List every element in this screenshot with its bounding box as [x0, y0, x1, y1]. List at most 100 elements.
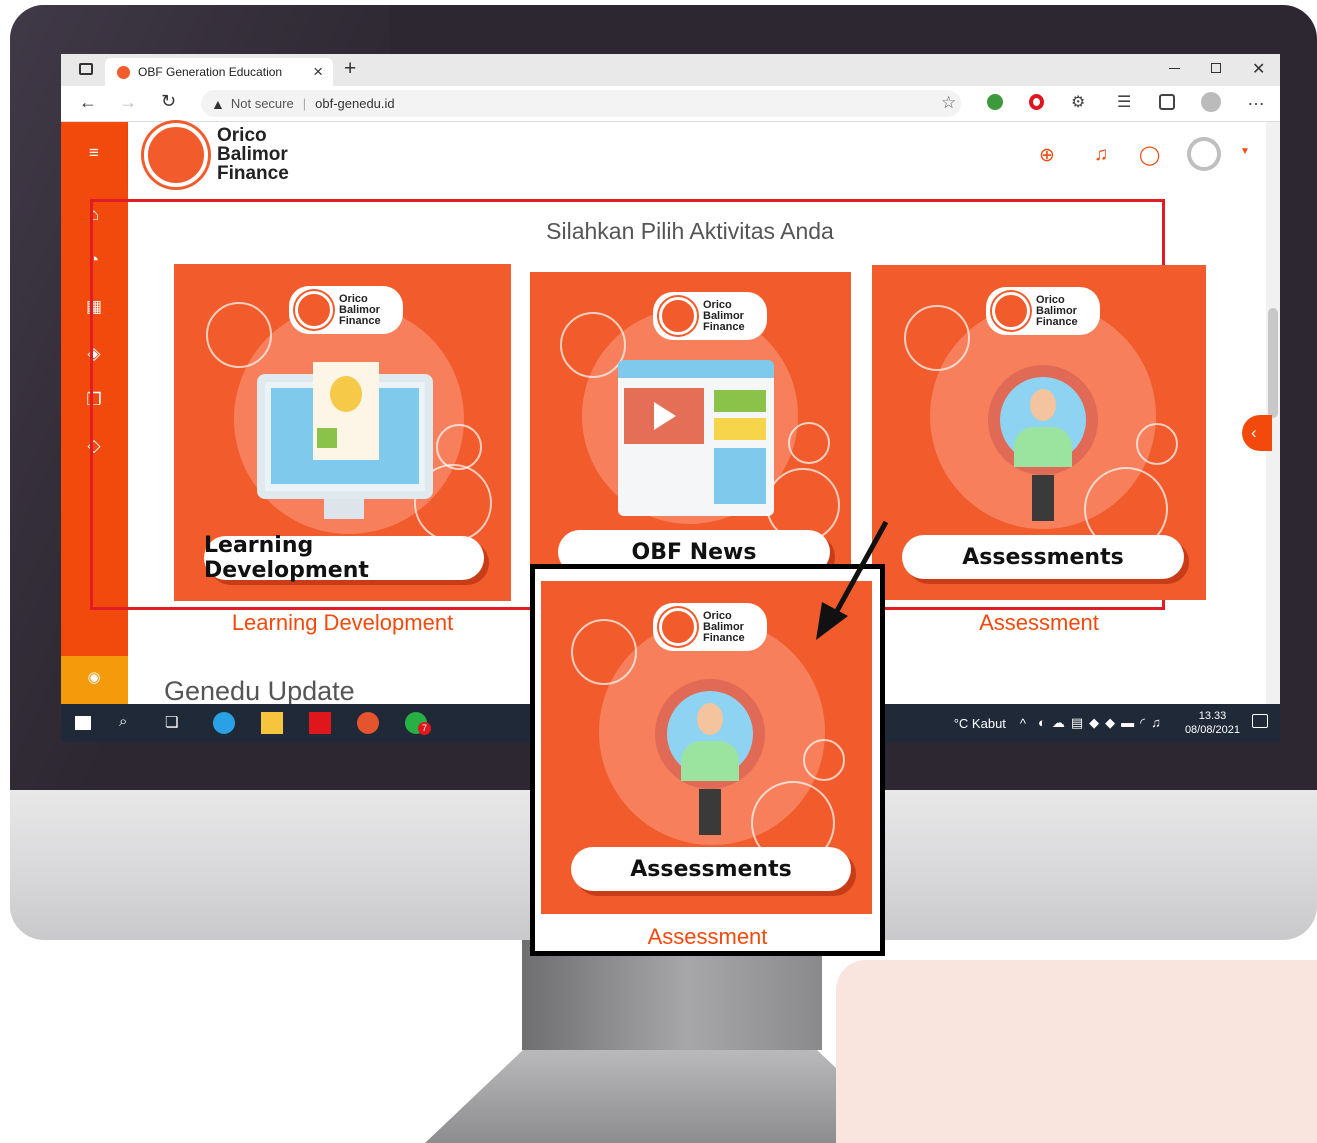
learning-development-caption[interactable]: Learning Development	[174, 610, 511, 636]
browser-address-bar: ← → ↻ ▲ Not secure | obf-genedu.id ☆ ⚙ ☰…	[61, 86, 1280, 122]
user-avatar[interactable]	[1187, 137, 1221, 171]
chat-bubble-icon[interactable]: ◯	[1139, 144, 1160, 167]
edge-icon[interactable]	[213, 712, 235, 734]
brand-dot-icon	[992, 292, 1030, 330]
tray-chevron-icon[interactable]: ^	[1020, 716, 1026, 731]
monitor-stand	[324, 499, 364, 519]
whatsapp-badge: 7	[418, 722, 431, 735]
magnifier-person-icon	[988, 365, 1098, 475]
restore-icon[interactable]	[1211, 63, 1221, 73]
url-text: obf-genedu.id	[315, 96, 395, 111]
logo-line-3: Finance	[217, 163, 289, 184]
card-brand-badge: Orico Balimor Finance	[653, 292, 767, 340]
decor-ring	[560, 312, 626, 378]
monitor-stand-neck	[522, 940, 822, 1050]
badge-text: Orico Balimor Finance	[339, 292, 381, 327]
hamburger-menu-icon[interactable]: ≡	[83, 142, 105, 164]
clock[interactable]: 13.33 08/08/2021	[1185, 709, 1240, 737]
close-tab-icon[interactable]: ×	[313, 62, 323, 82]
task-view-icon[interactable]: ❏	[165, 713, 178, 731]
profile-icon[interactable]	[1201, 92, 1221, 112]
badge-text: Orico Balimor Finance	[703, 609, 745, 644]
acrobat-icon[interactable]	[309, 712, 331, 734]
person-body	[1014, 427, 1072, 467]
assessments-card[interactable]: Orico Balimor Finance Assessments	[872, 265, 1206, 600]
person-head	[697, 703, 723, 735]
logo-line-1: Orico	[217, 125, 267, 146]
favorite-star-icon[interactable]: ☆	[941, 93, 956, 113]
puzzle-extension-icon[interactable]: ⚙	[1071, 92, 1085, 112]
notification-bell-icon[interactable]: ♫	[1094, 144, 1108, 166]
favicon-icon	[117, 65, 130, 79]
extension-globe-icon[interactable]	[987, 94, 1003, 110]
card-brand-badge: Orico Balimor Finance	[653, 603, 767, 651]
decor-ring	[571, 619, 637, 685]
close-window-icon[interactable]: ✕	[1252, 59, 1265, 79]
decor-ring	[803, 739, 845, 781]
decor-ring	[206, 302, 272, 368]
learning-development-card[interactable]: Orico Balimor Finance Learning Development	[174, 264, 511, 601]
windows-start-icon[interactable]	[75, 716, 91, 730]
language-globe-icon[interactable]: ⊕	[1039, 144, 1055, 167]
collections-icon[interactable]	[1159, 94, 1175, 110]
obf-news-card[interactable]: Orico Balimor Finance OBF News	[530, 272, 851, 572]
assessment-caption[interactable]: Assessment	[872, 610, 1206, 636]
decor-ring	[904, 305, 970, 371]
green-block	[714, 390, 766, 412]
side-drawer-toggle[interactable]: ‹	[1242, 415, 1272, 451]
decor-ring	[1136, 423, 1178, 465]
security-label: Not secure	[230, 96, 294, 111]
brand-logo-text[interactable]: Orico Balimor Finance	[217, 126, 289, 183]
file-explorer-icon[interactable]	[261, 712, 283, 734]
card-brand-badge: Orico Balimor Finance	[986, 287, 1100, 335]
powerpoint-icon[interactable]	[357, 712, 379, 734]
browser-video-icon	[618, 360, 774, 516]
favorites-icon[interactable]: ☰	[1117, 92, 1131, 112]
computer-lightbulb-icon	[257, 362, 433, 499]
badge-text: Orico Balimor Finance	[703, 298, 745, 333]
scrollbar-thumb[interactable]	[1268, 308, 1278, 418]
new-tab-button[interactable]: +	[344, 57, 356, 81]
tray-icons[interactable]: ◐☁▤◆◆▬◜♫	[1038, 715, 1167, 731]
brand-logo-circle[interactable]	[144, 123, 208, 187]
system-tray: °C Kabut ^ ◐☁▤◆◆▬◜♫ 13.33 08/08/2021	[954, 704, 1240, 742]
app-header: Orico Balimor Finance ⊕ ♫ ◯ ▼	[128, 122, 1266, 190]
user-menu-caret-icon[interactable]: ▼	[1240, 146, 1250, 157]
opera-extension-icon[interactable]	[1029, 94, 1044, 110]
url-field[interactable]: ▲ Not secure | obf-genedu.id	[201, 90, 961, 117]
card-brand-badge: Orico Balimor Finance	[289, 286, 403, 334]
back-icon[interactable]: ←	[79, 92, 97, 113]
brand-dot-icon	[659, 297, 697, 335]
magnifier-person-icon	[655, 679, 765, 789]
zoomed-assessment-caption[interactable]: Assessment	[535, 924, 880, 950]
url-divider: |	[302, 96, 307, 111]
forward-icon[interactable]: →	[119, 92, 137, 113]
refresh-icon[interactable]: ↻	[161, 91, 176, 112]
zoomed-assessments-card[interactable]: Orico Balimor Finance Assessments	[541, 581, 872, 914]
weather-text[interactable]: °C Kabut	[954, 716, 1006, 731]
warning-icon: ▲	[211, 95, 225, 112]
accessibility-icon[interactable]: ◉	[83, 667, 105, 689]
assessment-zoom-callout: Orico Balimor Finance Assessments Assessme…	[530, 564, 885, 956]
minimize-icon[interactable]	[1169, 68, 1180, 69]
logo-line-2: Balimor	[217, 144, 288, 165]
clock-date: 08/08/2021	[1184, 724, 1240, 736]
magnifier-handle	[1032, 475, 1054, 521]
search-icon[interactable]: ⌕	[119, 713, 127, 730]
yellow-block	[714, 418, 766, 440]
page-scrollbar[interactable]	[1266, 122, 1280, 706]
clock-time: 13.33	[1198, 710, 1227, 722]
green-square	[317, 428, 337, 448]
badge-text: Orico Balimor Finance	[1036, 293, 1078, 328]
action-center-icon[interactable]	[1252, 714, 1268, 728]
browser-tab[interactable]: OBF Generation Education ×	[105, 58, 333, 86]
person-head	[1030, 389, 1056, 421]
browser-tab-bar: OBF Generation Education × + ✕	[61, 54, 1280, 86]
brand-dot-icon	[659, 608, 697, 646]
more-menu-icon[interactable]: …	[1247, 89, 1265, 110]
tab-actions-icon[interactable]	[79, 63, 93, 75]
card-title-pill: Learning Development	[204, 533, 484, 583]
tab-title: OBF Generation Education	[138, 65, 283, 79]
brand-dot-icon	[295, 291, 333, 329]
genedu-update-title: Genedu Update	[164, 676, 355, 706]
